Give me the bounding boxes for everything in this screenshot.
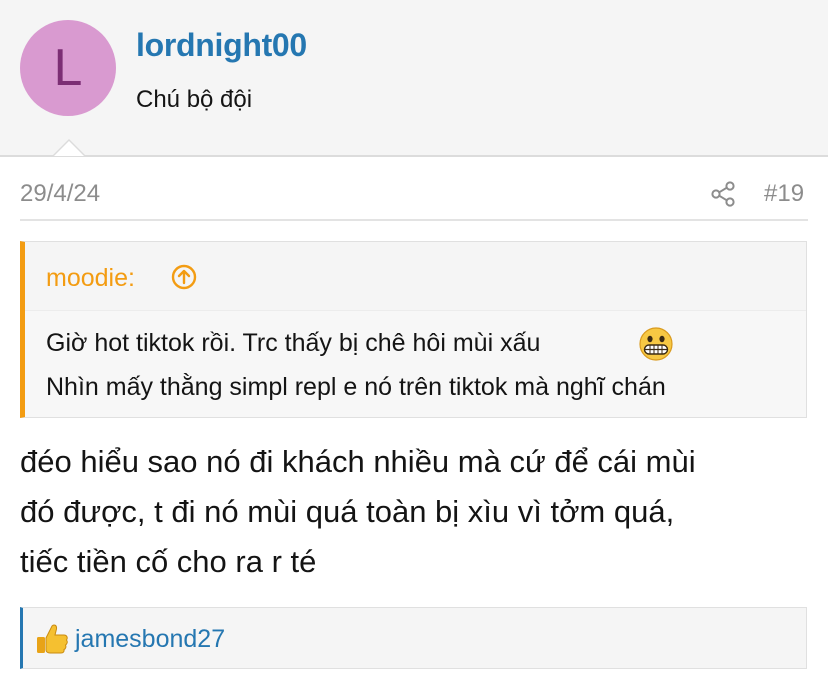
quote-line: Giờ hot tiktok rồi. Trc thấy bị chê hôi … (46, 329, 541, 357)
share-icon[interactable] (709, 180, 737, 208)
message-line: đó được, t đi nó mùi quá toàn bị xìu vì … (20, 494, 675, 529)
avatar[interactable]: L (20, 20, 116, 116)
quote-line: Nhìn mấy thằng simpl repl e nó trên tikt… (46, 373, 666, 401)
grimacing-emoji-icon (639, 327, 673, 361)
post-divider (20, 219, 808, 221)
quote-author-link[interactable]: moodie: (46, 264, 135, 293)
quote-block: moodie: Giờ hot tiktok rồi. Trc thấy bị … (20, 241, 807, 418)
post-user-header: L lordnight00 Chú bộ đội (0, 0, 828, 157)
liked-by-user-link[interactable]: jamesbond27 (75, 625, 225, 654)
post-number[interactable]: #19 (764, 180, 804, 208)
header-pointer (52, 139, 86, 156)
message-line: tiếc tiền cố cho ra r té (20, 544, 317, 579)
quote-header: moodie: (25, 242, 806, 311)
reactions-bar: jamesbond27 (20, 607, 807, 669)
message-line: đéo hiểu sao nó đi khách nhiều mà cứ để … (20, 444, 696, 479)
quote-body: Giờ hot tiktok rồi. Trc thấy bị chê hôi … (25, 311, 806, 417)
user-title: Chú bộ đội (136, 86, 253, 113)
thumbs-up-icon (37, 624, 68, 654)
username-link[interactable]: lordnight00 (136, 27, 307, 64)
arrow-up-circle-icon[interactable] (171, 264, 197, 290)
post-date[interactable]: 29/4/24 (20, 180, 100, 208)
